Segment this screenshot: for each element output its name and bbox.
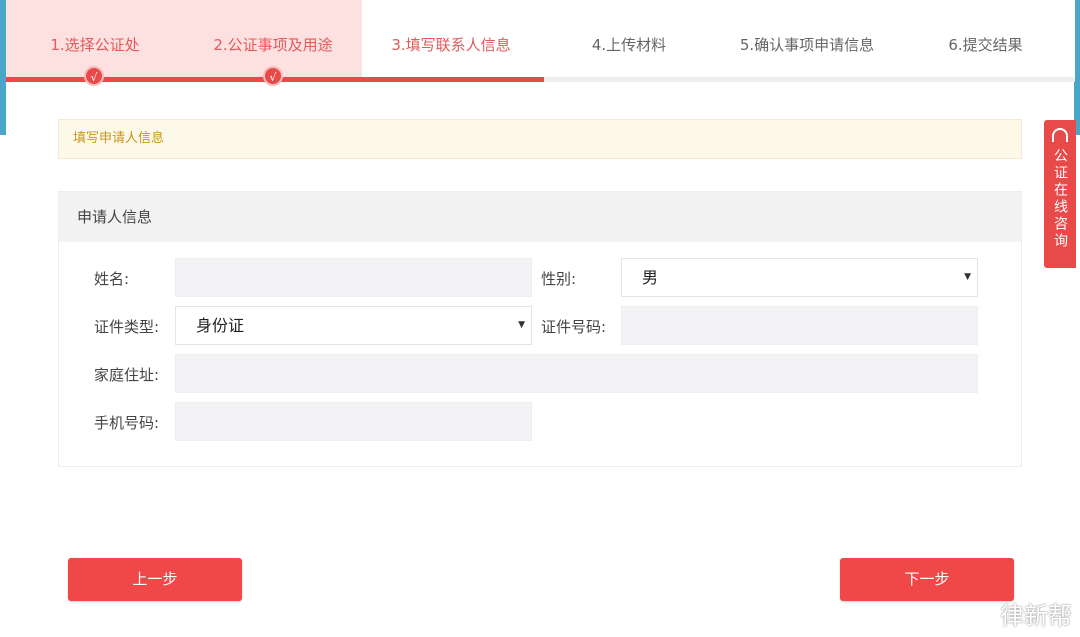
phone-label: 手机号码: bbox=[94, 414, 160, 432]
step-label: 2.公证事项及用途 bbox=[213, 36, 333, 54]
step-2-check-icon: √ bbox=[263, 66, 283, 86]
id-number-label: 证件号码: bbox=[541, 318, 607, 336]
gender-label: 性别: bbox=[541, 270, 577, 288]
step-label: 3.填写联系人信息 bbox=[391, 36, 511, 54]
headset-icon bbox=[1052, 128, 1068, 142]
prev-step-button[interactable]: 上一步 bbox=[68, 558, 242, 601]
id-type-label: 证件类型: bbox=[94, 318, 160, 336]
step-1-check-icon: √ bbox=[84, 66, 104, 86]
id-type-select[interactable]: 身份证 ▼ bbox=[175, 306, 532, 345]
address-input[interactable] bbox=[175, 354, 978, 393]
step-3[interactable]: 3.填写联系人信息 bbox=[362, 0, 540, 80]
gender-value: 男 bbox=[642, 268, 659, 287]
phone-input[interactable] bbox=[175, 402, 532, 441]
address-label: 家庭住址: bbox=[94, 366, 160, 384]
step-label: 5.确认事项申请信息 bbox=[739, 36, 875, 54]
step-label: 6.提交结果 bbox=[948, 36, 1023, 54]
name-input[interactable] bbox=[175, 258, 532, 297]
step-label: 4.上传材料 bbox=[591, 36, 667, 54]
dropdown-caret-icon: ▼ bbox=[964, 272, 971, 282]
next-step-button[interactable]: 下一步 bbox=[840, 558, 1014, 601]
gender-select[interactable]: 男 ▼ bbox=[621, 258, 978, 297]
step-6[interactable]: 6.提交结果 bbox=[896, 0, 1075, 80]
watermark: 律新帮 bbox=[968, 596, 1072, 631]
id-number-input[interactable] bbox=[621, 306, 978, 345]
step-label: 1.选择公证处 bbox=[50, 36, 140, 54]
notice-bar: 填写申请人信息 bbox=[58, 119, 1022, 159]
name-label: 姓名: bbox=[94, 270, 130, 288]
step-5[interactable]: 5.确认事项申请信息 bbox=[718, 0, 896, 80]
step-wizard: 1.选择公证处 2.公证事项及用途 3.填写联系人信息 4.上传材料 5.确认事… bbox=[6, 0, 1075, 80]
online-consult-tab[interactable]: 公证在线咨询 bbox=[1044, 120, 1076, 268]
online-consult-label: 公证在线咨询 bbox=[1052, 148, 1068, 250]
dropdown-caret-icon: ▼ bbox=[518, 320, 525, 330]
weibo-logo-icon bbox=[969, 604, 993, 624]
id-type-value: 身份证 bbox=[196, 316, 245, 335]
panel-title: 申请人信息 bbox=[59, 192, 1021, 242]
step-4[interactable]: 4.上传材料 bbox=[540, 0, 718, 80]
watermark-text: 律新帮 bbox=[1000, 602, 1072, 630]
